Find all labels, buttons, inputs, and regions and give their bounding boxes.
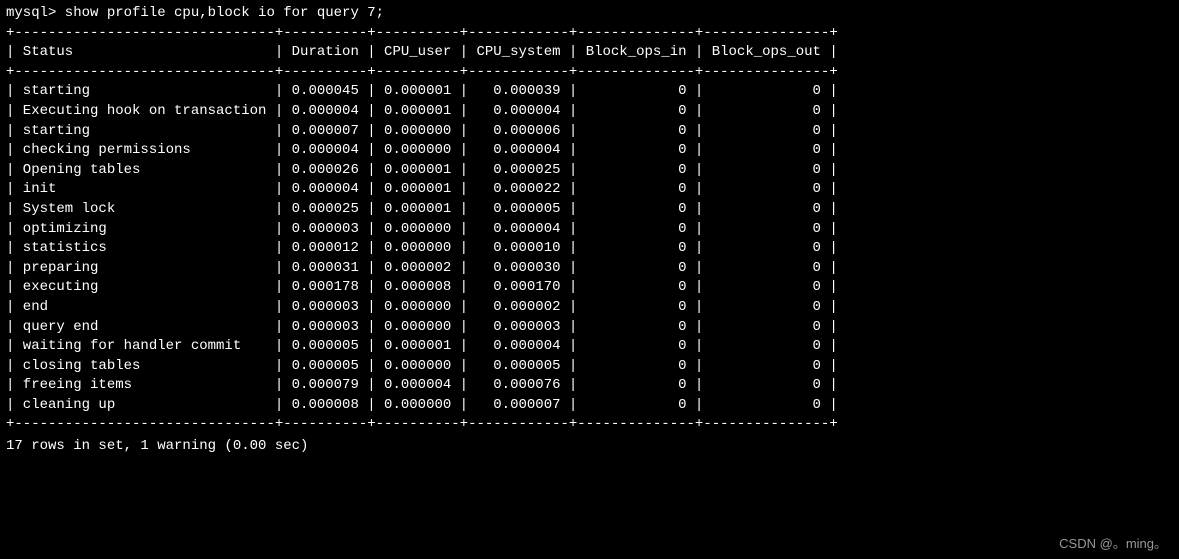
table-row: | Opening tables | 0.000026 | 0.000001 |… <box>6 161 1173 181</box>
table-row: | preparing | 0.000031 | 0.000002 | 0.00… <box>6 259 1173 279</box>
table-row: | waiting for handler commit | 0.000005 … <box>6 337 1173 357</box>
table-row: | init | 0.000004 | 0.000001 | 0.000022 … <box>6 180 1173 200</box>
table-row: | Executing hook on transaction | 0.0000… <box>6 102 1173 122</box>
table-border-bottom: +-------------------------------+-------… <box>6 415 1173 435</box>
table-row: | closing tables | 0.000005 | 0.000000 |… <box>6 357 1173 377</box>
table-row: | freeing items | 0.000079 | 0.000004 | … <box>6 376 1173 396</box>
table-row: | checking permissions | 0.000004 | 0.00… <box>6 141 1173 161</box>
table-row: | end | 0.000003 | 0.000000 | 0.000002 |… <box>6 298 1173 318</box>
table-row: | starting | 0.000007 | 0.000000 | 0.000… <box>6 122 1173 142</box>
table-row: | optimizing | 0.000003 | 0.000000 | 0.0… <box>6 220 1173 240</box>
watermark: CSDN @。ming。 <box>1059 535 1167 553</box>
table-row: | executing | 0.000178 | 0.000008 | 0.00… <box>6 278 1173 298</box>
table-header: | Status | Duration | CPU_user | CPU_sys… <box>6 43 1173 63</box>
result-summary: 17 rows in set, 1 warning (0.00 sec) <box>6 437 1173 457</box>
table-border-top: +-------------------------------+-------… <box>6 24 1173 44</box>
table-row: | statistics | 0.000012 | 0.000000 | 0.0… <box>6 239 1173 259</box>
table-body: | starting | 0.000045 | 0.000001 | 0.000… <box>6 82 1173 415</box>
mysql-prompt[interactable]: mysql> show profile cpu,block io for que… <box>6 4 1173 24</box>
table-row: | System lock | 0.000025 | 0.000001 | 0.… <box>6 200 1173 220</box>
table-border-mid: +-------------------------------+-------… <box>6 63 1173 83</box>
table-row: | cleaning up | 0.000008 | 0.000000 | 0.… <box>6 396 1173 416</box>
table-row: | starting | 0.000045 | 0.000001 | 0.000… <box>6 82 1173 102</box>
table-row: | query end | 0.000003 | 0.000000 | 0.00… <box>6 318 1173 338</box>
